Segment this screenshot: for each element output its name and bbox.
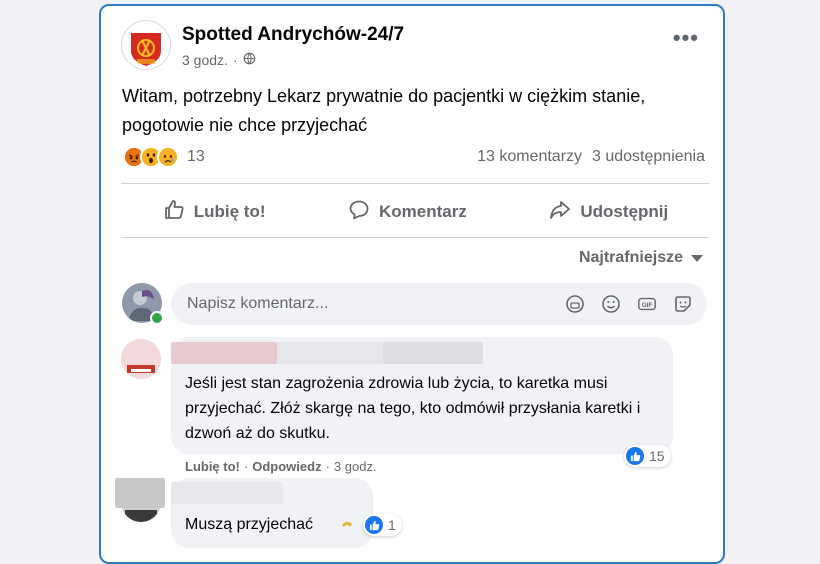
emoji-icon	[341, 518, 353, 531]
like-label: Lubię to!	[193, 202, 266, 221]
reaction-count: 13	[187, 148, 205, 165]
comment-reply-link[interactable]: Odpowiedz	[252, 459, 321, 474]
comment-input[interactable]	[185, 294, 489, 314]
post-card: Spotted Andrychów-24/7 3 godz. · ••• Wit…	[99, 4, 725, 564]
comment-like-link[interactable]: Lubię to!	[185, 459, 240, 474]
more-options-icon[interactable]: •••	[673, 27, 699, 49]
comment-sort-dropdown[interactable]: Najtrafniejsze	[579, 249, 703, 267]
comment-composer[interactable]: GIF	[171, 283, 707, 325]
thumbs-up-icon	[162, 198, 186, 227]
share-button[interactable]: Udostępnij	[548, 198, 668, 227]
post-text: Witam, potrzebny Lekarz prywatnie do pac…	[122, 86, 646, 135]
post-time[interactable]: 3 godz.	[182, 52, 228, 68]
commenter-name-redacted	[277, 342, 383, 364]
share-arrow-icon	[548, 198, 572, 227]
post-action-bar: Lubię to! Komentarz Udostępnij	[121, 187, 709, 237]
sort-label: Najtrafniejsze	[578, 249, 683, 266]
comment-like-count: 1	[388, 517, 396, 533]
reactions-summary[interactable]: 13	[123, 146, 205, 168]
comment-like-count: 15	[649, 448, 665, 464]
comment-time[interactable]: 3 godz.	[334, 459, 377, 474]
page-name[interactable]: Spotted Andrychów-24/7	[182, 24, 404, 46]
meta-dot: ·	[325, 459, 330, 474]
shares-count[interactable]: 3 udostępnienia	[592, 148, 705, 166]
like-reaction-icon	[365, 516, 383, 534]
comment-bubble-icon	[347, 198, 371, 227]
page-logo-icon	[123, 22, 169, 68]
sad-reaction-icon	[157, 146, 179, 168]
like-reaction-icon	[626, 447, 644, 465]
share-label: Udostępnij	[580, 202, 669, 221]
emoji-icon[interactable]	[601, 294, 621, 314]
globe-icon	[243, 52, 256, 68]
comment-likes[interactable]: 15	[624, 445, 671, 467]
page-avatar[interactable]	[121, 20, 171, 70]
meta-dot: ·	[243, 459, 249, 474]
commenter-avatar[interactable]	[121, 339, 161, 379]
chevron-down-icon	[691, 254, 703, 262]
post-stats: 13 komentarzy 3 udostępnienia	[477, 148, 705, 166]
current-user-avatar[interactable]	[122, 283, 164, 325]
post-meta: 3 godz. ·	[182, 52, 256, 68]
svg-text:GIF: GIF	[642, 302, 653, 309]
divider	[121, 237, 709, 238]
commenter-name-redacted	[171, 342, 277, 364]
meta-separator: ·	[232, 52, 238, 68]
gif-icon[interactable]: GIF	[637, 294, 657, 314]
comment-button[interactable]: Komentarz	[347, 198, 467, 227]
comment-text: Jeśli jest stan zagrożenia zdrowia lub ż…	[185, 375, 641, 442]
comment-label: Komentarz	[379, 202, 467, 221]
sticker-icon[interactable]	[673, 294, 693, 314]
comments-count[interactable]: 13 komentarzy	[477, 148, 582, 166]
commenter-name-redacted	[171, 482, 283, 504]
comment-text: Muszą przyjechać	[185, 516, 314, 533]
divider	[121, 183, 709, 184]
like-button[interactable]: Lubię to!	[162, 198, 266, 227]
avatar-sticker-icon[interactable]	[565, 294, 585, 314]
comment-meta: Lubię to! · Odpowiedz · 3 godz.	[185, 459, 377, 474]
online-status-dot	[150, 311, 164, 325]
commenter-name-redacted	[383, 342, 483, 364]
commenter-name-redacted	[115, 478, 165, 508]
composer-tools: GIF	[565, 294, 693, 314]
comment-likes[interactable]: 1	[363, 514, 402, 536]
